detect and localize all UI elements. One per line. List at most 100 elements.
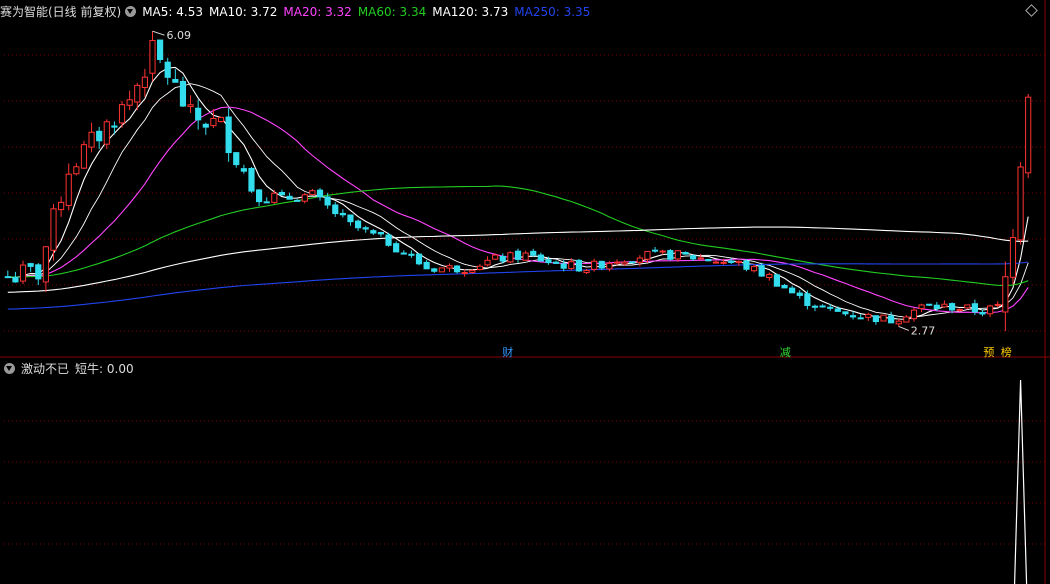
candle-body [720,261,727,264]
candle-body [545,259,552,264]
candle-body [12,276,19,283]
candle-body [888,315,895,324]
candle-body [735,260,742,264]
candle-body [583,269,590,274]
candle-body [73,166,80,175]
candle-body [446,265,453,269]
candle-body [644,250,651,260]
candle-body [393,243,400,253]
candle-body [294,199,301,202]
candle-body [910,309,918,320]
candle-body [1025,96,1032,174]
candle-body [172,79,179,83]
candle-body [591,260,598,270]
candle-body [179,80,187,107]
ma-line-ma250 [7,261,1029,310]
candle-body [621,261,628,265]
candle-body [263,201,270,204]
candle-body [80,144,88,169]
candle-body [537,254,544,262]
candle-body [811,305,819,308]
candle-body [1017,166,1024,241]
sub-indicator-title: 激动不已 [21,362,70,376]
candle-body [880,314,887,322]
candle-body [842,311,849,315]
candle-body [431,268,438,272]
candle-body [233,152,240,166]
sub-indicator-toggle-icon[interactable] [4,363,15,374]
candle-body [438,267,445,273]
candle-body [857,317,864,320]
candle-body [507,252,514,263]
candle-body [187,104,194,107]
candle-body [804,293,811,306]
candle-body [514,250,522,260]
candle-body [926,303,933,306]
candle-body [256,189,263,203]
candle-body [385,234,392,246]
candle-body [195,107,202,121]
candle-body [111,125,118,128]
candle-body [994,303,1001,306]
event-marker: 减 [780,346,791,359]
kline-chart: 6.09 2.77 财 减 预榜 [0,0,1050,584]
candle-body [499,255,506,262]
candle-body [606,262,613,270]
candle-body [461,272,468,275]
candle-body [324,196,331,206]
high-pointer [152,30,165,36]
ma-line-ma20 [7,106,1029,314]
candle-body [316,189,324,198]
candle-body [400,252,407,255]
candle-body [629,261,636,264]
candle-body [568,261,575,269]
candle-body [370,230,377,234]
candle-body [933,304,940,310]
candle-body [278,191,286,196]
candle-body [743,260,750,270]
candle-body [309,190,316,196]
event-marker: 财 [502,345,513,359]
candle-body [789,287,796,294]
candle-body [354,220,362,229]
candle-body [903,316,910,323]
ma-line-ma10 [7,83,1029,318]
candle-body [377,231,385,235]
candle-body [164,61,171,78]
sub-indicator-value: 短牛: 0.00 [75,362,134,376]
candle-body [667,250,674,260]
candle-body [58,201,65,211]
candle-body [423,261,430,270]
candle-body [27,263,34,267]
candle-body [4,276,11,279]
candle-body [126,99,133,106]
candle-body [613,261,621,264]
high-price-label: 6.09 [166,29,191,42]
candle-body [415,253,423,265]
candle-body [773,274,780,287]
signal-spike [1013,379,1028,584]
candle-body [35,264,42,280]
candle-body [674,250,682,260]
candle-body [19,264,27,282]
candle-body [552,261,560,264]
candle-body [286,195,293,200]
candle-body [42,246,49,283]
event-marker: 榜 [1001,345,1012,359]
candle-body [530,250,537,256]
candle-body [918,304,925,310]
candle-body [408,253,415,256]
candle-body [118,104,126,124]
candle-body [956,308,963,311]
candle-body [705,258,712,262]
candle-body [636,257,643,263]
candle-body [339,212,346,216]
low-price-label: 2.77 [911,324,936,337]
candle-body [834,308,841,312]
candle-body [453,265,461,273]
candle-body [941,303,948,308]
candle-body [697,257,704,260]
candle-body [248,167,255,192]
candle-body [758,265,765,277]
candle-body [766,273,773,278]
